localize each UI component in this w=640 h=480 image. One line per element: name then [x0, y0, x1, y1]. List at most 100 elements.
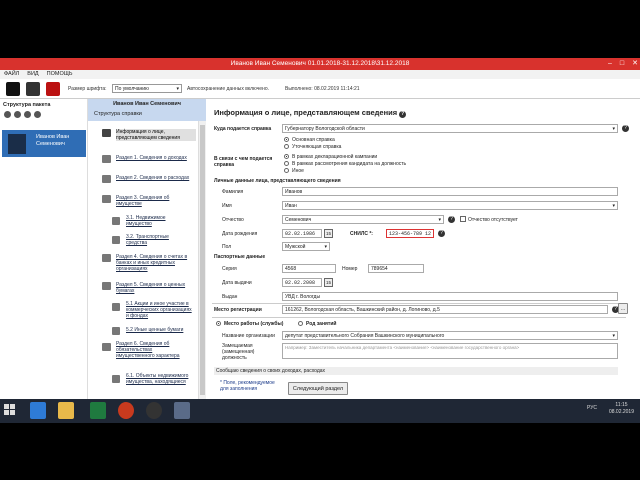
ie-icon[interactable]: [30, 402, 46, 419]
work-radio[interactable]: [216, 321, 221, 326]
chevron-down-icon: ▾: [438, 217, 441, 223]
language-indicator[interactable]: РУС: [587, 405, 597, 411]
firefox-icon[interactable]: [118, 402, 134, 419]
sex-value: Мужской: [285, 244, 306, 250]
snils-label: СНИЛС *:: [350, 231, 373, 237]
person-card[interactable]: Иванов Иван Семенович: [2, 130, 86, 157]
clock-date: 08.02.2019: [608, 409, 634, 415]
nav-item-expenses[interactable]: Раздел 2. Сведения о расходах: [116, 175, 192, 181]
nav-item-info[interactable]: Информация о лице, представляющем сведен…: [116, 129, 196, 141]
car-icon: [112, 236, 120, 244]
print-icon[interactable]: [26, 82, 40, 96]
surname-input[interactable]: Иванов: [282, 187, 618, 196]
calendar-icon[interactable]: 15: [324, 278, 333, 287]
series-input[interactable]: 4568: [282, 264, 336, 273]
number-label: Номер: [342, 266, 358, 272]
structure-scrollbar[interactable]: [198, 121, 206, 399]
maximize-icon[interactable]: □: [620, 58, 624, 70]
birthdate-input[interactable]: 02.02.1986: [282, 229, 322, 238]
no-patronymic-checkbox[interactable]: [460, 216, 466, 222]
help-icon[interactable]: ?: [448, 216, 455, 223]
close-icon[interactable]: ✕: [632, 58, 638, 70]
surname-label: Фамилия: [222, 189, 244, 195]
nav-item-vehicles[interactable]: 3.2. Транспортные средства: [126, 234, 190, 246]
font-size-value: По умолчанию: [115, 86, 149, 92]
form-panel: Информация о лице, представляющем сведен…: [206, 99, 640, 399]
work-label: Место работы (службы): [224, 321, 284, 327]
divider: [212, 303, 626, 304]
title-bar: Иванов Иван Семенович 01.01.2018-31.12.2…: [0, 58, 640, 70]
font-size-select[interactable]: По умолчанию ▾: [112, 84, 182, 93]
calendar-icon[interactable]: 15: [324, 229, 333, 238]
expenses-icon: [102, 175, 111, 183]
form-heading: Информация о лице, представляющем сведен…: [214, 108, 407, 118]
help-icon[interactable]: ?: [399, 111, 407, 118]
menu-file[interactable]: ФАЙЛ: [4, 70, 19, 79]
nav-item-income[interactable]: Раздел 1. Сведения о доходах: [116, 155, 192, 161]
add-spouse-icon[interactable]: [24, 111, 31, 118]
declaration-app-icon[interactable]: [174, 402, 190, 419]
property-icon: [102, 195, 111, 203]
chevron-down-icon: ▾: [176, 86, 179, 92]
menu-view[interactable]: ВИД: [27, 70, 38, 79]
name-input[interactable]: Иван ▾: [282, 201, 618, 210]
clarify-report-radio[interactable]: [284, 144, 289, 149]
windows-start-icon[interactable]: [4, 404, 16, 416]
patronymic-input[interactable]: Семенович ▾: [282, 215, 444, 224]
help-icon[interactable]: ?: [438, 230, 445, 237]
nav-item-shares[interactable]: 5.1 Акции и иное участие в коммерческих …: [126, 301, 192, 319]
issued-by-input[interactable]: УВД г. Вологды: [282, 292, 618, 301]
reg-label: Место регистрации: [214, 307, 262, 313]
minimize-icon[interactable]: –: [608, 58, 612, 70]
divider: [212, 317, 626, 318]
nav-item-accounts[interactable]: Раздел 4. Сведения о счетах в банках и и…: [116, 254, 192, 272]
save-icon[interactable]: [6, 82, 20, 96]
window-title: Иванов Иван Семенович 01.01.2018-31.12.2…: [230, 60, 410, 67]
nav-item-realty-use[interactable]: 6.1. Объекты недвижимого имущества, нахо…: [126, 373, 192, 385]
org-label: Название организации: [222, 333, 275, 339]
number-input[interactable]: 789654: [368, 264, 424, 273]
securities-icon: [102, 282, 111, 290]
org-input[interactable]: депутат представительного Собрания Вашки…: [282, 331, 618, 340]
passport-section-title: Паспортные данные: [214, 254, 266, 260]
obs-icon[interactable]: [146, 402, 162, 419]
add-person-icon[interactable]: [4, 111, 11, 118]
nav-item-obligations[interactable]: Раздел 6. Сведения об обязательствах иму…: [116, 341, 192, 359]
form-heading-text: Информация о лице, представляющем сведен…: [214, 108, 398, 117]
chevron-down-icon: ▾: [612, 203, 615, 209]
excel-icon[interactable]: [90, 402, 106, 419]
org-value: депутат представительного Собрания Вашки…: [285, 333, 445, 339]
reason-other-radio[interactable]: [284, 168, 289, 173]
occupation-radio[interactable]: [298, 321, 303, 326]
address-edit-button[interactable]: …: [618, 303, 628, 314]
reg-input[interactable]: 161262, Вологодская область, Вашкинский …: [282, 305, 608, 314]
file-explorer-icon[interactable]: [58, 402, 74, 419]
nav-item-realty[interactable]: 3.1. Недвижимое имущество: [126, 215, 190, 227]
scrollbar-thumb[interactable]: [200, 125, 205, 395]
position-label: Замещаемая (замещенная) должность: [222, 343, 255, 361]
add-child-icon[interactable]: [14, 111, 21, 118]
issued-date-input[interactable]: 02.02.2008: [282, 278, 322, 287]
reason-campaign-radio[interactable]: [284, 154, 289, 159]
help-icon[interactable]: ?: [622, 125, 629, 132]
main-report-radio[interactable]: [284, 137, 289, 142]
where-select[interactable]: Губернатору Вологодской области ▾: [282, 124, 618, 133]
nav-item-securities[interactable]: Раздел 5. Сведения о ценных бумагах: [116, 282, 192, 294]
nav-item-property[interactable]: Раздел 3. Сведения об имуществе: [116, 195, 192, 207]
snils-input[interactable]: 123-456-789 12: [386, 229, 434, 238]
print-pdf-icon[interactable]: [46, 82, 60, 96]
clock[interactable]: 11:15 08.02.2019: [609, 402, 634, 416]
next-section-button[interactable]: Следующий раздел: [288, 382, 348, 395]
menu-help[interactable]: ПОМОЩЬ: [47, 70, 73, 79]
sex-select[interactable]: Мужской ▾: [282, 242, 330, 251]
reason-candidate-radio[interactable]: [284, 161, 289, 166]
clarify-report-label: Уточняющая справка: [292, 144, 342, 150]
nav-item-other-securities[interactable]: 5.2 Иные ценные бумаги: [126, 327, 192, 333]
where-value: Губернатору Вологодской области: [285, 126, 365, 132]
series-label: Серия: [222, 266, 237, 272]
issued-date-label: Дата выдачи: [222, 280, 252, 286]
screen: Иванов Иван Семенович 01.01.2018-31.12.2…: [0, 0, 640, 480]
app-window: Иванов Иван Семенович 01.01.2018-31.12.2…: [0, 58, 640, 399]
position-input[interactable]: Например: Заместитель начальника департа…: [282, 343, 618, 359]
remove-person-icon[interactable]: [34, 111, 41, 118]
